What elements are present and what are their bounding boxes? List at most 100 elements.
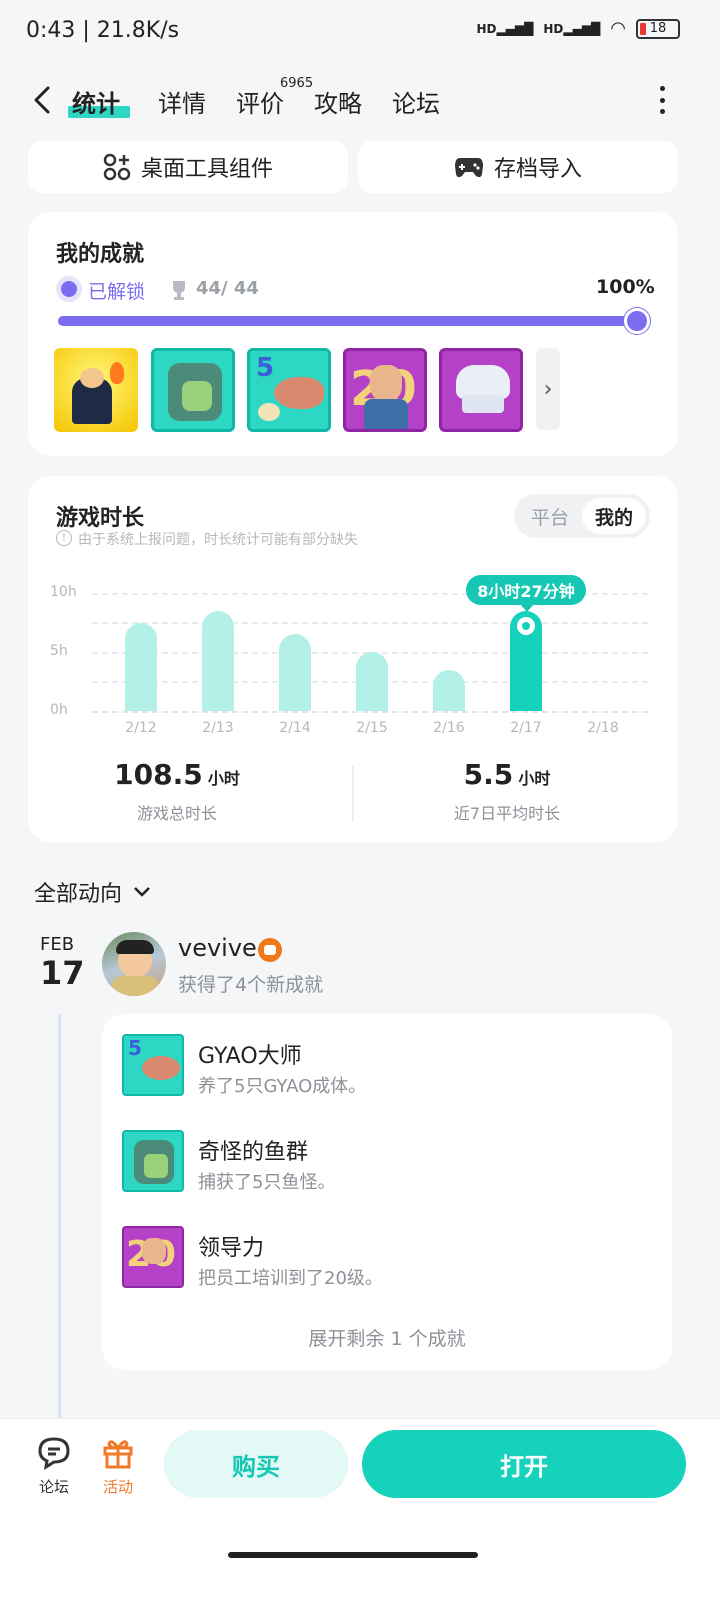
battery-icon: 18 <box>636 18 680 39</box>
x-tick-label: 2/17 <box>510 720 542 736</box>
widget-button[interactable]: 桌面工具组件 <box>28 141 348 193</box>
grid-line <box>92 711 648 713</box>
chart-bar[interactable] <box>356 652 388 711</box>
unlocked-medal-icon <box>56 276 82 302</box>
tab-details[interactable]: 详情 <box>158 84 206 119</box>
achievement-icon-5[interactable] <box>439 348 523 432</box>
x-tick-label: 2/12 <box>125 720 157 736</box>
achievement-row-title-2: 奇怪的鱼群 <box>198 1140 309 1165</box>
timeline-line <box>58 1014 61 1418</box>
grid-line <box>92 622 648 624</box>
gamepad-icon <box>454 158 483 178</box>
avg-unit: 小时 <box>518 769 551 788</box>
feed-filter-label: 全部动向 <box>34 882 123 907</box>
x-tick-label: 2/13 <box>202 720 234 736</box>
achievement-percent: 100% <box>596 276 655 298</box>
chart-highlight-dot <box>517 617 535 636</box>
y-tick-10h: 10h <box>50 584 77 600</box>
buy-button[interactable]: 购买 <box>164 1430 348 1498</box>
review-count: 6965 <box>280 76 314 91</box>
status-icons: HD▂▄▆█ HD▂▄▆█ ◠ 18 <box>476 18 680 39</box>
total-unit: 小时 <box>207 769 240 788</box>
chart-bar[interactable] <box>279 634 311 711</box>
achievement-icon-1[interactable] <box>54 348 138 432</box>
chart-bar[interactable] <box>510 611 542 711</box>
playtime-source-toggle[interactable]: 平台 我的 <box>514 494 650 538</box>
tab-stats[interactable]: 统计 <box>72 84 120 119</box>
achievement-icon-2[interactable] <box>151 348 235 432</box>
feed-activity: 获得了4个新成就 <box>178 974 324 996</box>
achievement-count: 44/ 44 <box>196 278 259 299</box>
x-tick-label: 2/16 <box>433 720 465 736</box>
x-tick-label: 2/18 <box>587 720 619 736</box>
save-import-label: 存档导入 <box>493 157 582 182</box>
toggle-mine[interactable]: 我的 <box>582 498 646 534</box>
tab-reviews[interactable]: 评价 <box>236 84 284 119</box>
achievement-icon-3[interactable]: 5 <box>247 348 331 432</box>
more-icon[interactable] <box>658 86 666 114</box>
chart-tooltip: 8小时27分钟 <box>466 575 586 612</box>
widget-label: 桌面工具组件 <box>140 157 273 182</box>
avg-value: 5.5 <box>463 758 514 791</box>
feed-date-month: FEB <box>40 934 75 955</box>
info-icon: ! <box>56 530 72 546</box>
achievement-row-desc-1: 养了5只GYAO成体。 <box>198 1076 367 1097</box>
playtime-note: 由于系统上报问题，时长统计可能有部分缺失 <box>78 532 358 548</box>
achievement-row-desc-3: 把员工培训到了20级。 <box>198 1268 383 1289</box>
home-indicator <box>228 1552 478 1558</box>
feed-filter[interactable]: 全部动向 <box>34 876 152 908</box>
tab-forum[interactable]: 论坛 <box>392 84 440 119</box>
x-tick-label: 2/15 <box>356 720 388 736</box>
chart-bar[interactable] <box>433 669 465 711</box>
divider <box>352 766 354 822</box>
vip-badge-icon <box>258 938 282 962</box>
progress-star-icon <box>624 308 650 334</box>
total-value: 108.5 <box>114 758 203 791</box>
chart-bar[interactable] <box>125 622 157 711</box>
achievement-row-icon-2 <box>122 1130 184 1192</box>
chart-bar[interactable] <box>202 610 234 711</box>
activity-tab[interactable]: 活动 <box>98 1436 138 1497</box>
chevron-right-icon: › <box>543 376 553 402</box>
total-label: 游戏总时长 <box>136 804 217 823</box>
save-import-button[interactable]: 存档导入 <box>358 141 678 193</box>
trophy-icon <box>173 281 185 300</box>
status-time: 0:43 | 21.8K/s <box>26 18 180 43</box>
achievement-row-icon-1: 5 <box>122 1034 184 1096</box>
forum-chat-icon <box>38 1437 70 1471</box>
y-tick-5h: 5h <box>50 643 68 659</box>
achievement-row-title-3: 领导力 <box>198 1236 265 1261</box>
feed-achievements-card <box>102 1014 672 1370</box>
activity-label: 活动 <box>102 1478 133 1496</box>
achievement-progress-bar <box>58 316 650 326</box>
user-name[interactable]: vevive <box>178 934 257 962</box>
achievement-title: 我的成就 <box>56 242 145 267</box>
y-tick-0h: 0h <box>50 702 68 718</box>
avg-playtime: 5.5 小时 <box>390 758 624 791</box>
wifi-icon: ◠ <box>610 18 626 39</box>
forum-tab[interactable]: 论坛 <box>34 1436 74 1497</box>
forum-label: 论坛 <box>38 1478 69 1496</box>
achievement-icon-4[interactable]: 20 <box>343 348 427 432</box>
avatar[interactable] <box>102 932 166 996</box>
signal-icon-2: HD▂▄▆█ <box>543 21 601 36</box>
achievement-row-desc-2: 捕获了5只鱼怪。 <box>198 1172 336 1193</box>
toggle-platform[interactable]: 平台 <box>518 498 582 534</box>
tab-guides[interactable]: 攻略 <box>314 84 362 119</box>
total-playtime: 108.5 小时 <box>60 758 294 791</box>
widget-icon <box>103 153 131 181</box>
playtime-title: 游戏时长 <box>56 506 145 531</box>
feed-date-day: 17 <box>40 954 85 992</box>
achievement-more-button[interactable]: › <box>536 348 560 430</box>
chevron-down-icon <box>134 887 150 897</box>
avg-label: 近7日平均时长 <box>453 804 561 823</box>
signal-icon: HD▂▄▆█ <box>476 21 534 36</box>
open-button[interactable]: 打开 <box>362 1430 686 1498</box>
achievement-row-title-1: GYAO大师 <box>198 1044 302 1069</box>
expand-achievements-link[interactable]: 展开剩余 1 个成就 <box>102 1324 672 1351</box>
gift-icon <box>103 1440 133 1469</box>
unlocked-label: 已解锁 <box>88 281 146 303</box>
achievement-row-icon-3: 20 <box>122 1226 184 1288</box>
back-icon[interactable] <box>30 84 54 116</box>
x-tick-label: 2/14 <box>279 720 311 736</box>
